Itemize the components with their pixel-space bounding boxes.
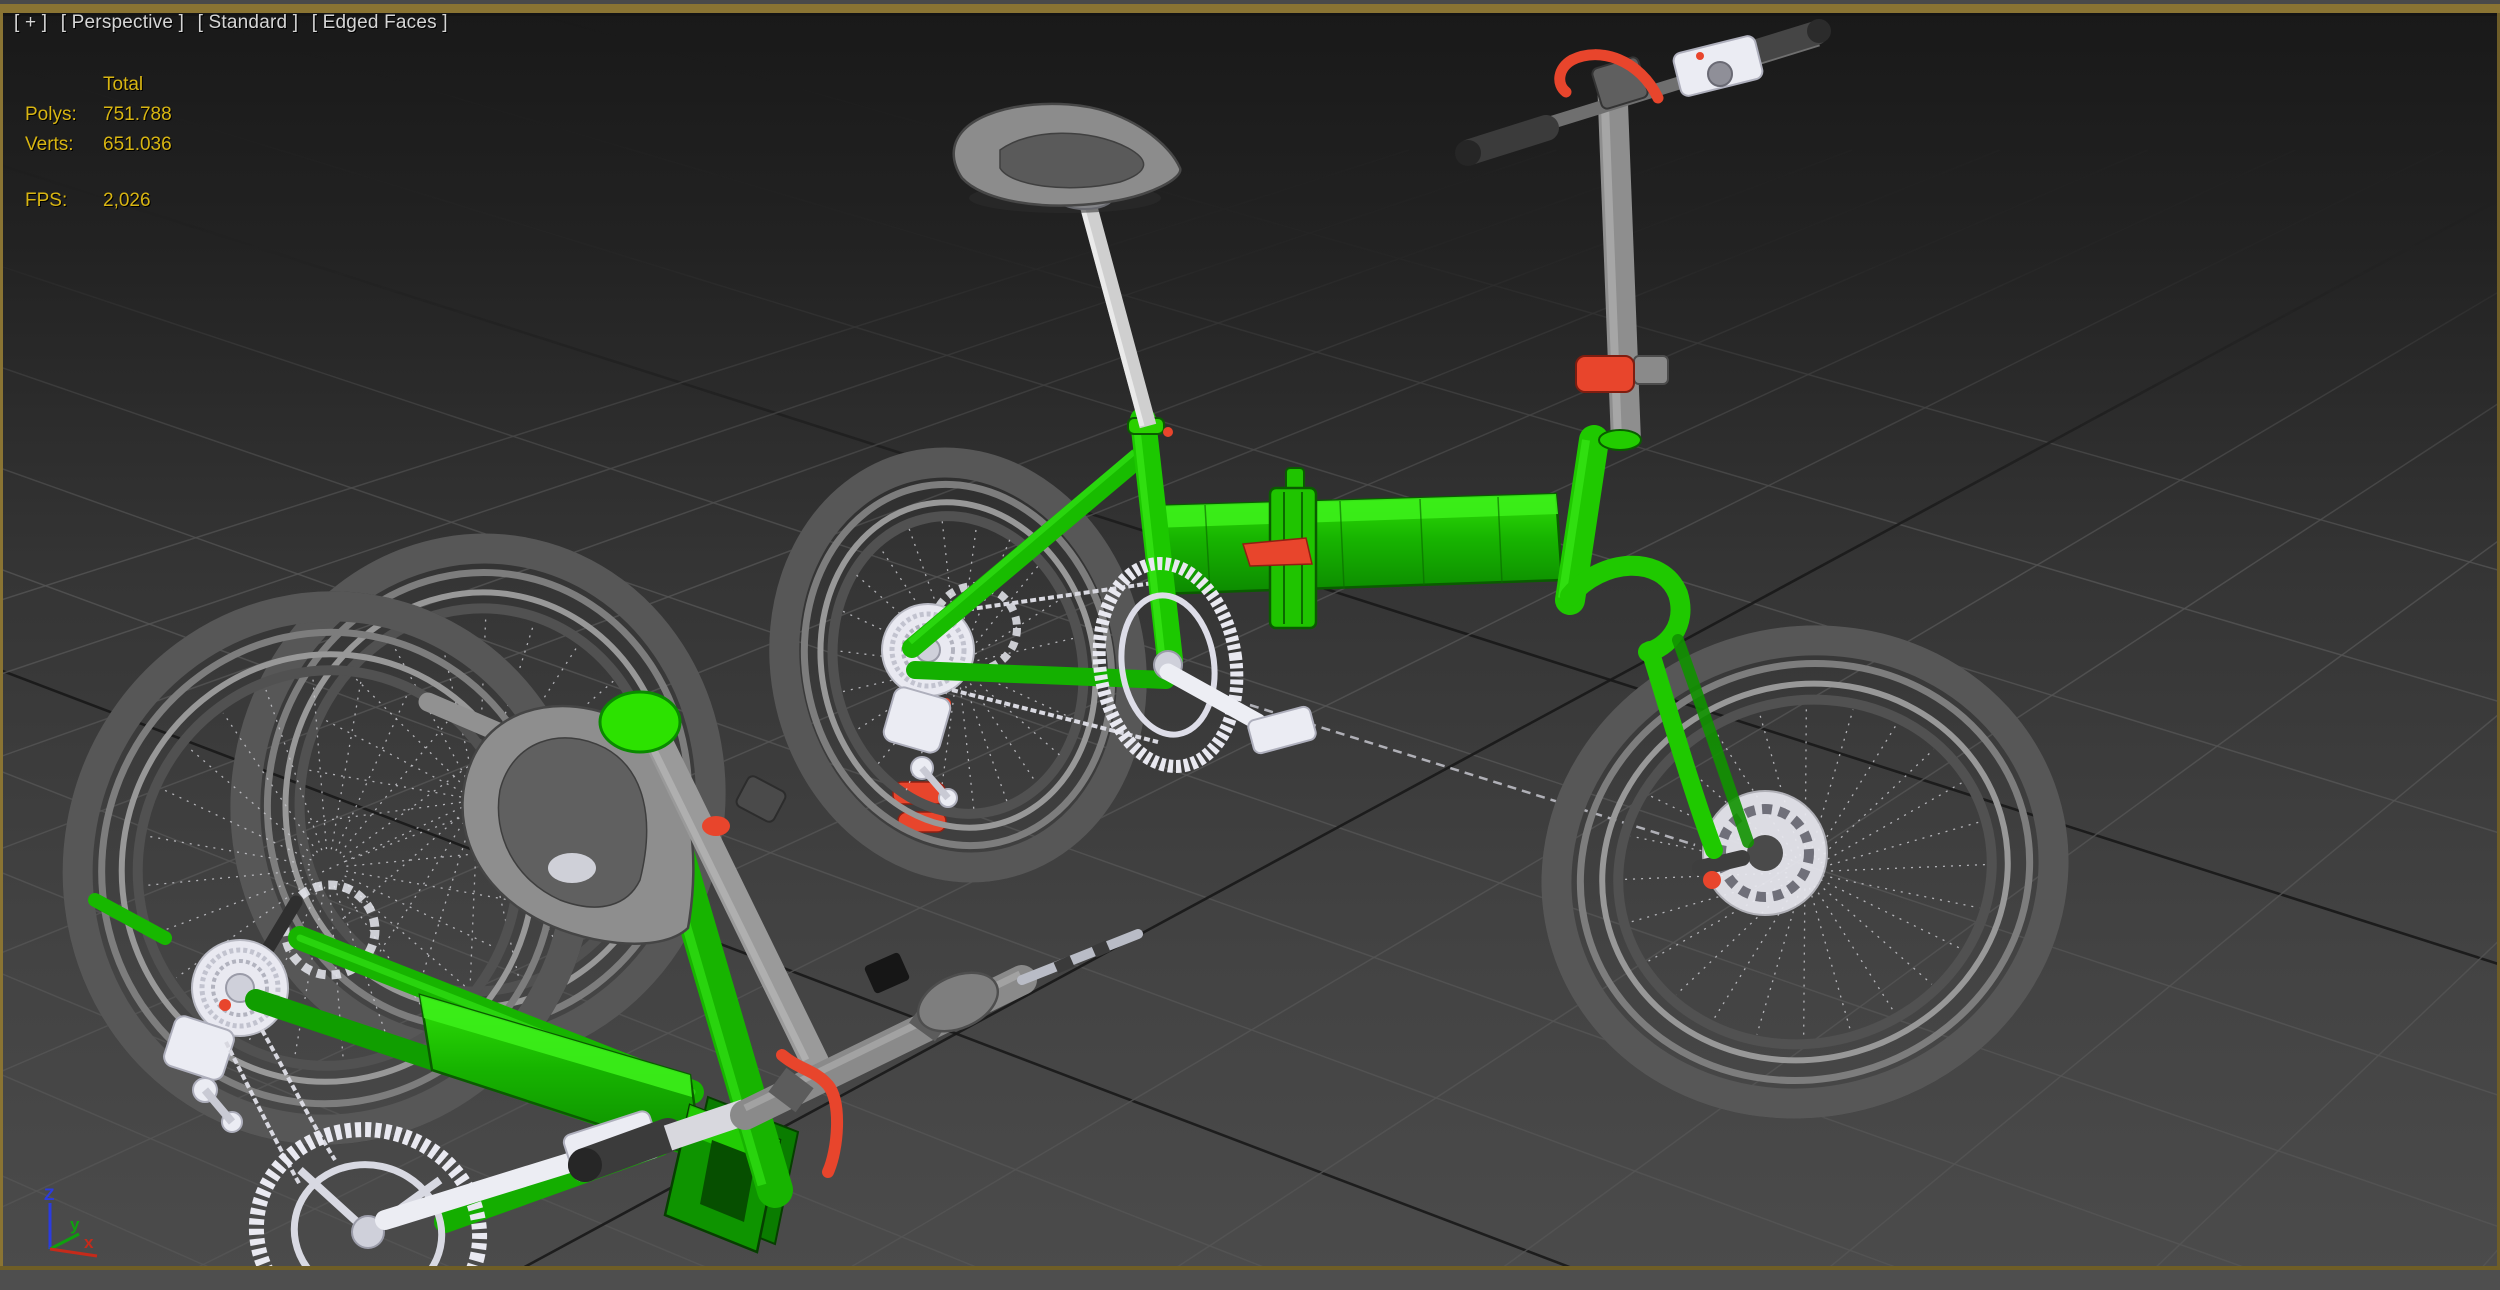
stats-fps-label: FPS:	[25, 190, 68, 211]
axis-y-label: y	[70, 1215, 80, 1234]
viewport-pov-menu[interactable]: [ Perspective ]	[61, 12, 184, 33]
ui-strip-below-viewport	[0, 1270, 2500, 1290]
stats-polys-label: Polys:	[25, 104, 77, 125]
viewport-label-menus: [ + ] [ Perspective ] [ Standard ] [ Edg…	[14, 12, 456, 34]
axis-z-label: Z	[44, 1185, 54, 1204]
stats-verts-label: Verts:	[25, 134, 74, 155]
stats-total-header: Total	[103, 74, 144, 95]
stats-fps-value: 2,026	[103, 190, 151, 211]
stats-polys-value: 751.788	[103, 104, 172, 125]
viewport-style-menu[interactable]: [ Edged Faces ]	[312, 12, 448, 33]
viewport-general-menu[interactable]: [ + ]	[14, 12, 47, 33]
max-viewport[interactable]: Z y x [ + ] [ Perspective ] [ Standard ]…	[0, 0, 2500, 1290]
axis-x-label: x	[84, 1233, 94, 1252]
viewport-statistics: Total Polys: 751.788 Verts: 651.036 FPS:…	[25, 70, 172, 216]
stats-verts-value: 651.036	[103, 134, 172, 155]
viewport-3d-canvas[interactable]: Z y x	[0, 0, 2500, 1290]
handlepost-clamp	[1575, 355, 1635, 393]
seat-tube-cap	[598, 690, 682, 754]
active-viewport-border-left	[0, 13, 3, 1270]
cassette	[191, 939, 289, 1037]
viewport-shading-menu[interactable]: [ Standard ]	[198, 12, 299, 33]
